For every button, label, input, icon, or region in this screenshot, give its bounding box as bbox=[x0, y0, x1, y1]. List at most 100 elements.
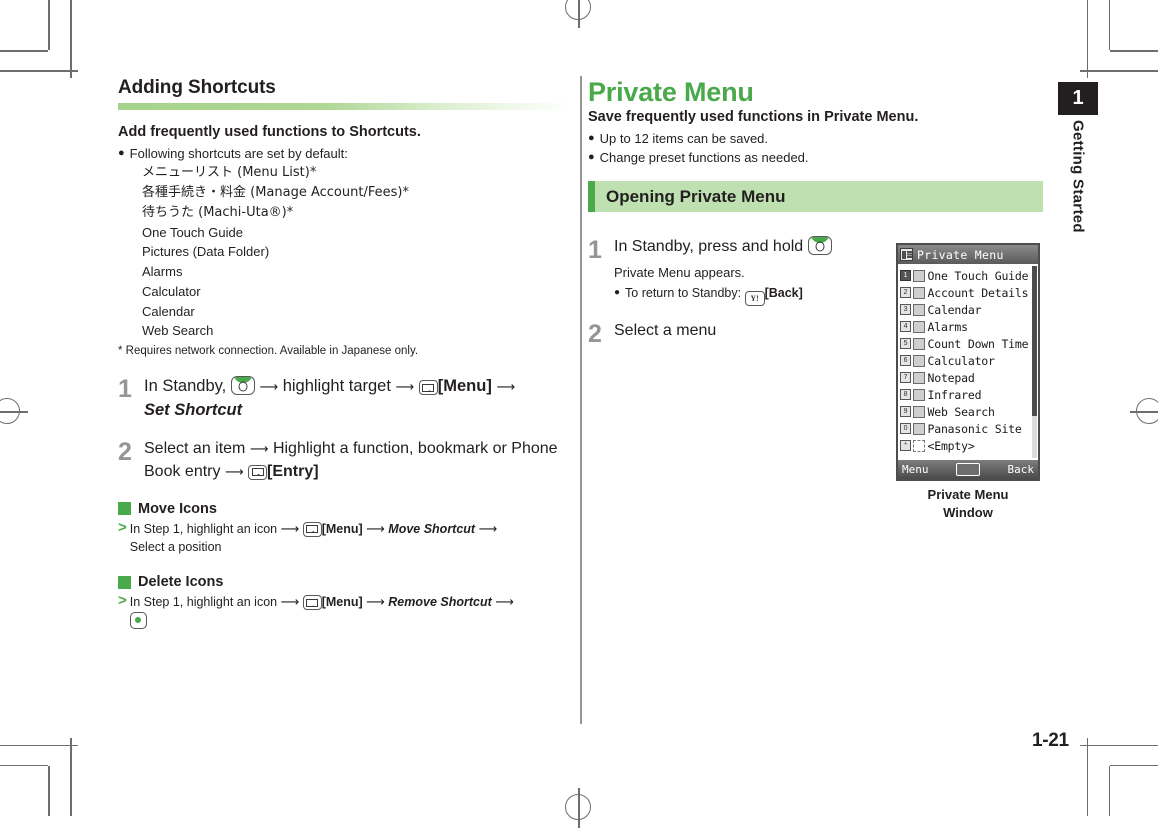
center-select-key-icon bbox=[129, 611, 147, 629]
item-label: Alarms bbox=[927, 319, 969, 334]
arrow-icon: ⟶ bbox=[249, 441, 269, 457]
right-step1-text: In Standby, press and hold bbox=[614, 238, 804, 255]
right-step1-return-note: ● To return to Standby: Y! [Back] bbox=[614, 284, 888, 306]
phone-menu-item: 1 One Touch Guide bbox=[898, 267, 1038, 284]
center-key-icon bbox=[807, 236, 832, 255]
mail-key-icon bbox=[418, 380, 438, 396]
chevron-right-icon: > bbox=[118, 592, 127, 610]
item-label: Count Down Time bbox=[927, 336, 1029, 351]
center-key-icon bbox=[230, 376, 255, 396]
delete-icons-instruction: > In Step 1, highlight an icon ⟶ [Menu] … bbox=[118, 592, 570, 631]
chapter-name-text: Getting Started bbox=[1069, 120, 1087, 233]
item-icon bbox=[912, 439, 925, 452]
registration-mark-bottom bbox=[561, 788, 597, 828]
manual-page: Adding Shortcuts Add frequently used fun… bbox=[0, 0, 1158, 828]
default-shortcut-item: Calculator bbox=[142, 283, 201, 299]
right-bullet: ● Change preset functions as needed. bbox=[588, 149, 1043, 167]
item-label: Panasonic Site bbox=[927, 421, 1022, 436]
phone-menu-item: 8 Infrared bbox=[898, 386, 1038, 403]
item-label: Calendar bbox=[927, 302, 982, 317]
private-menu-heading: Private Menu bbox=[588, 77, 754, 107]
right-step-2: 2 Select a menu bbox=[588, 320, 888, 347]
step-number: 1 bbox=[588, 236, 602, 264]
default-shortcut-item: Web Search bbox=[142, 323, 214, 339]
default-shortcut-item: Calendar bbox=[142, 303, 195, 319]
bullet-dot-icon: ● bbox=[588, 150, 595, 163]
chapter-name-vertical: Getting Started bbox=[1058, 120, 1098, 300]
step-body: Select an item ⟶ Highlight a function, b… bbox=[144, 438, 570, 483]
delete-icons-title: Delete Icons bbox=[138, 574, 224, 591]
column-divider bbox=[580, 76, 582, 724]
return-note-wrap: To return to Standby: Y! [Back] bbox=[625, 284, 803, 306]
item-icon bbox=[912, 371, 925, 384]
right-step1-note: Private Menu appears. bbox=[614, 264, 745, 280]
move-icons-instruction-text: In Step 1, highlight an icon ⟶ [Menu] ⟶ … bbox=[130, 519, 497, 558]
crop-mark-bottom-left bbox=[0, 691, 125, 816]
entry-softkey-label: [Entry] bbox=[267, 462, 319, 480]
arrow-icon: ⟶ bbox=[496, 379, 516, 395]
heading-gradient-rule bbox=[118, 102, 570, 110]
default-shortcut-item: Alarms bbox=[142, 264, 183, 280]
phone-menu-item: 6 Calculator bbox=[898, 352, 1038, 369]
item-number: 5 bbox=[900, 338, 911, 349]
delete-pre-text: In Step 1, highlight an icon bbox=[129, 595, 278, 610]
phone-scrollbar-thumb bbox=[1032, 266, 1037, 416]
arrow-icon: ⟶ bbox=[280, 594, 300, 610]
item-label: Notepad bbox=[927, 370, 975, 385]
section-heading: Adding Shortcuts bbox=[118, 77, 276, 98]
phone-menu-item: 3 Calendar bbox=[898, 301, 1038, 318]
chapter-number-tab: 1 bbox=[1058, 82, 1098, 115]
arrow-icon: ⟶ bbox=[366, 594, 385, 610]
phone-softkey-center-icon bbox=[956, 463, 980, 476]
move-tail-text: Select a position bbox=[129, 540, 222, 555]
item-label: Web Search bbox=[927, 404, 995, 419]
back-softkey-label: [Back] bbox=[764, 285, 803, 300]
bullet-dot-icon: ● bbox=[614, 286, 621, 298]
item-number: 9 bbox=[900, 406, 911, 417]
item-label: Account Details bbox=[927, 285, 1029, 300]
green-square-icon bbox=[118, 502, 131, 516]
phone-scrollbar bbox=[1032, 266, 1037, 458]
step-body: Select a menu bbox=[614, 320, 888, 343]
menu-softkey-label: [Menu] bbox=[321, 521, 363, 536]
step-number: 2 bbox=[118, 438, 132, 467]
bullet-dot-icon: ● bbox=[118, 147, 125, 160]
default-shortcuts-bullet: ● Following shortcuts are set by default… bbox=[118, 145, 570, 163]
arrow-icon: ⟶ bbox=[280, 520, 300, 536]
step1-emphasis: Set Shortcut bbox=[144, 400, 243, 419]
right-bullet: ● Up to 12 items can be saved. bbox=[588, 130, 1043, 148]
delete-icons-instruction-text: In Step 1, highlight an icon ⟶ [Menu] ⟶ … bbox=[129, 592, 514, 631]
green-square-icon bbox=[118, 575, 131, 589]
arrow-icon: ⟶ bbox=[478, 520, 498, 536]
chevron-right-icon: > bbox=[118, 518, 127, 536]
item-number: 2 bbox=[900, 287, 911, 298]
move-action-label: Move Shortcut bbox=[388, 521, 476, 536]
phone-screenshot-caption: Private Menu Window bbox=[896, 486, 1040, 521]
page-number: 1-21 bbox=[1032, 730, 1069, 751]
left-lead-text: Add frequently used functions to Shortcu… bbox=[118, 123, 421, 140]
private-menu-title-icon bbox=[900, 248, 913, 261]
right-steps: 1 In Standby, press and hold Private Men… bbox=[588, 236, 888, 347]
item-label: Infrared bbox=[927, 387, 982, 402]
right-bullet-text: Change preset functions as needed. bbox=[599, 149, 809, 165]
phone-softkey-bar: Menu Back bbox=[898, 460, 1038, 479]
phone-menu-item: 0 Panasonic Site bbox=[898, 420, 1038, 437]
move-icons-instruction: > In Step 1, highlight an icon ⟶ [Menu] … bbox=[118, 519, 570, 558]
default-shortcut-item: 待ちうた (Machi-Uta®)* bbox=[142, 204, 294, 220]
item-number: 8 bbox=[900, 389, 911, 400]
yahoo-key-icon: Y! bbox=[744, 290, 765, 306]
arrow-icon: ⟶ bbox=[495, 594, 514, 610]
arrow-icon: ⟶ bbox=[395, 379, 415, 395]
item-number: 1 bbox=[900, 270, 911, 281]
item-label: <Empty> bbox=[927, 438, 975, 453]
phone-menu-item: 9 Web Search bbox=[898, 403, 1038, 420]
item-icon bbox=[912, 320, 925, 333]
phone-softkey-left: Menu bbox=[902, 463, 929, 476]
item-number: 0 bbox=[900, 423, 911, 434]
item-icon bbox=[912, 354, 925, 367]
right-column: Private Menu Save frequently used functi… bbox=[588, 78, 1043, 216]
step-body: In Standby, press and hold Private Menu … bbox=[614, 236, 888, 306]
phone-title-text: Private Menu bbox=[917, 247, 1004, 262]
default-shortcut-item: One Touch Guide bbox=[142, 224, 243, 240]
right-step2-text: Select a menu bbox=[614, 321, 717, 339]
